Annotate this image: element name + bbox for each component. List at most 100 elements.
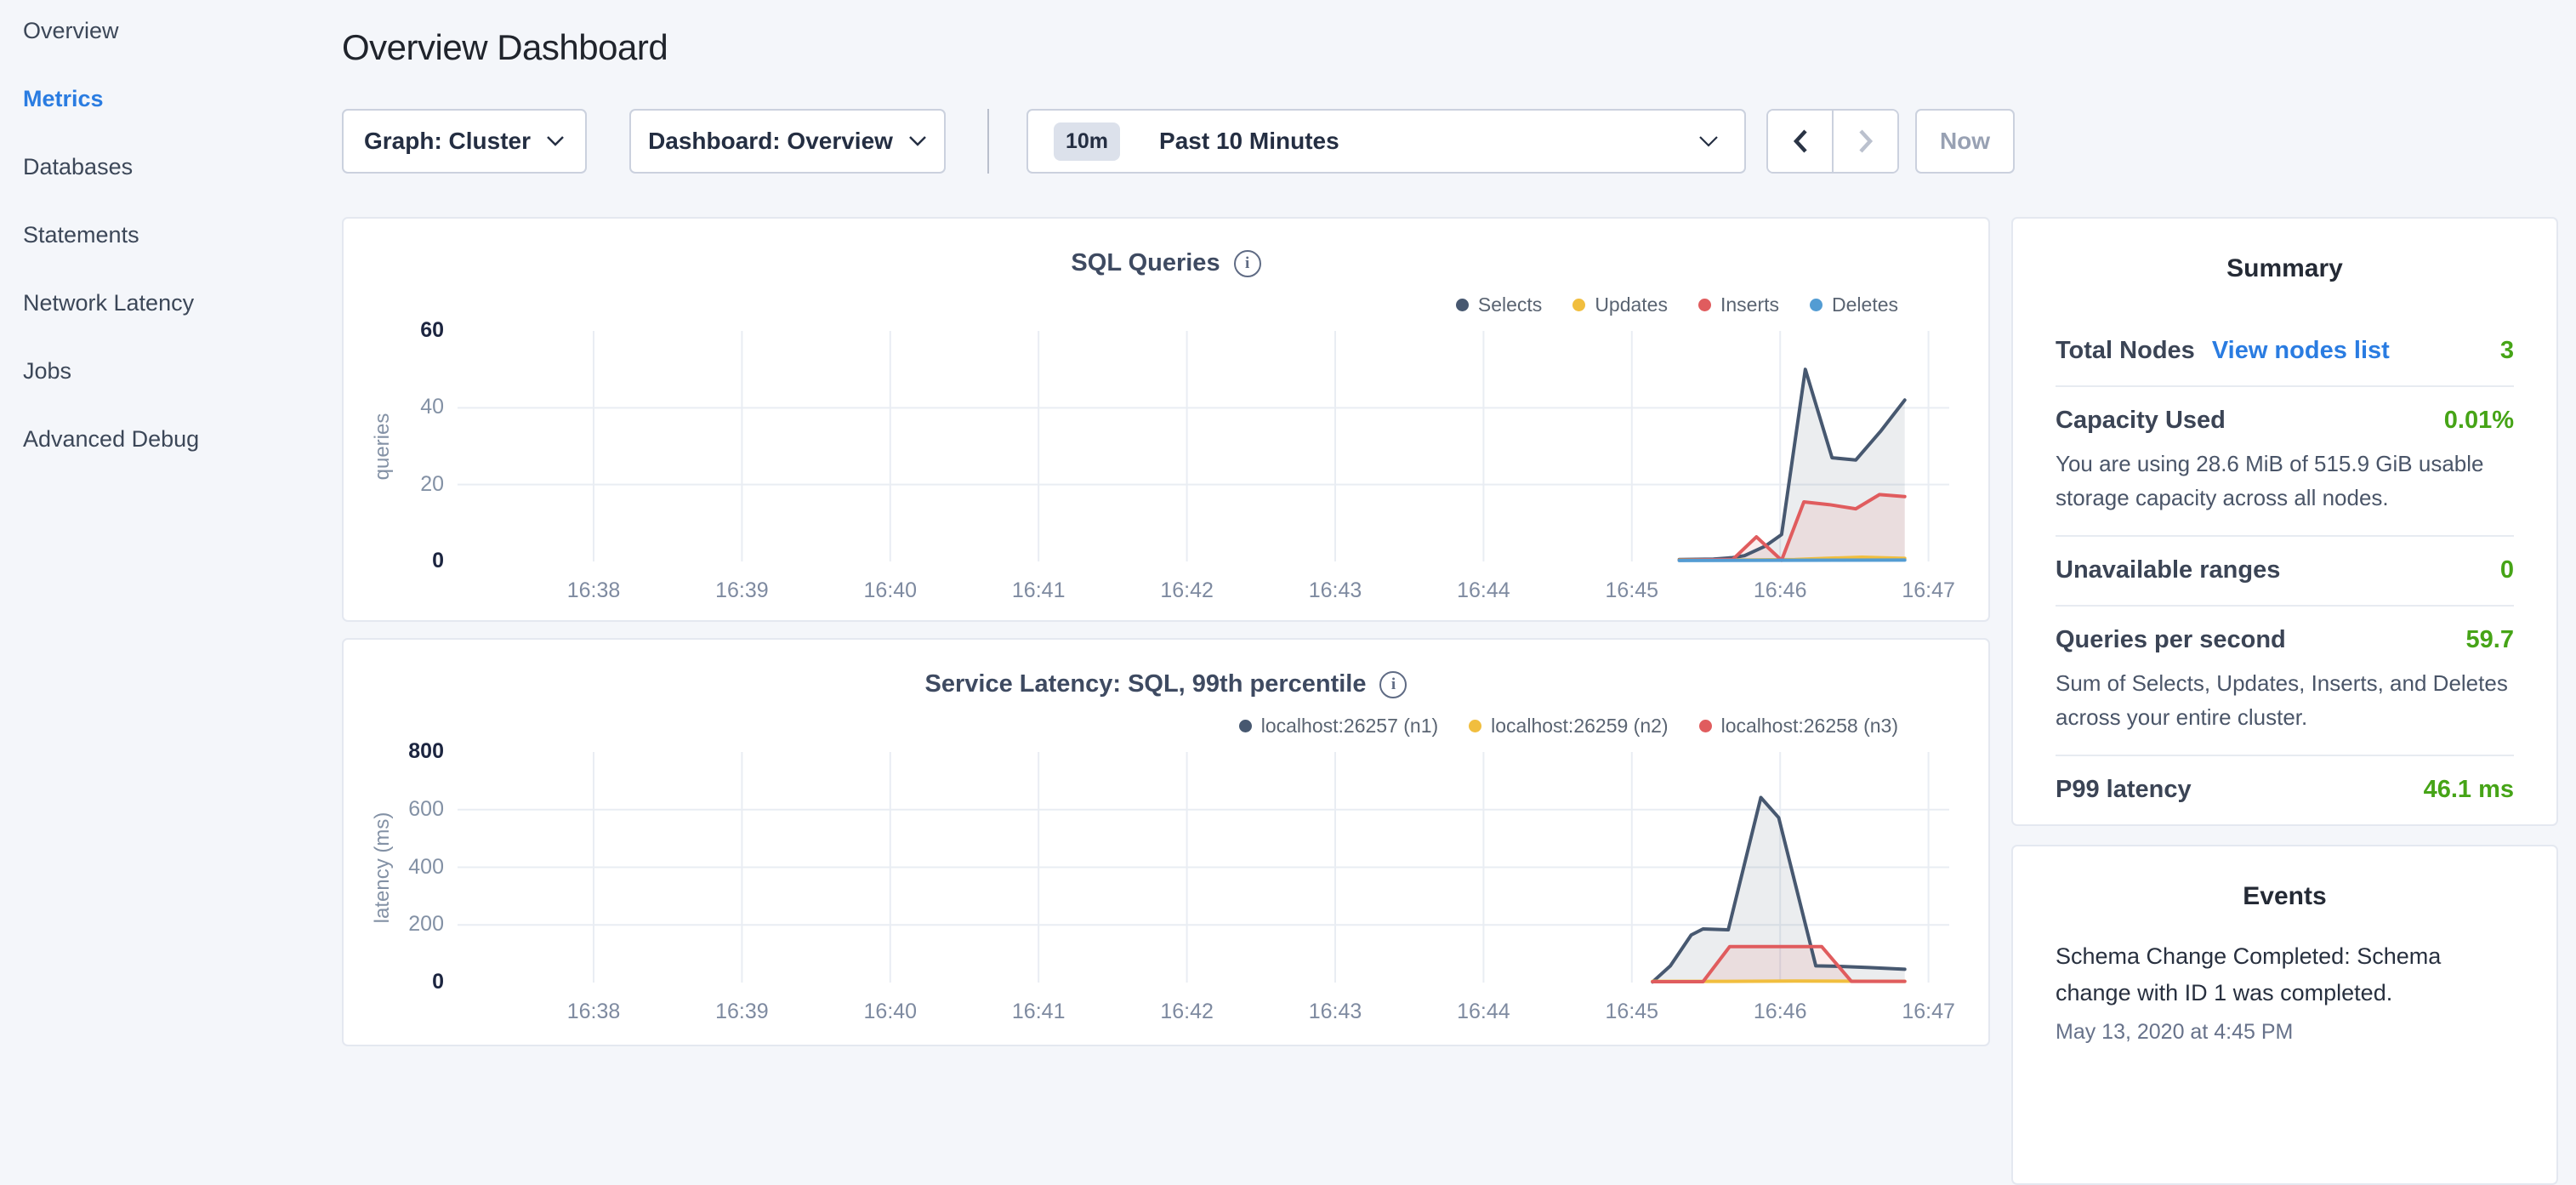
time-forward-button[interactable] <box>1832 111 1897 172</box>
summary-row-value: 0.01% <box>2444 407 2514 435</box>
summary-row: Unavailable ranges0 <box>2056 535 2514 605</box>
dashboard-dropdown[interactable]: Dashboard: Overview <box>629 109 946 174</box>
chevron-down-icon <box>908 135 927 147</box>
view-nodes-link[interactable]: View nodes list <box>2212 337 2390 365</box>
summary-panel: Summary Total Nodes View nodes list 3 Capac… <box>2011 217 2558 826</box>
legend-item[interactable]: Selects <box>1456 293 1542 316</box>
chevron-right-icon <box>1857 128 1874 154</box>
chart-plot-area[interactable] <box>458 752 1949 983</box>
summary-row-label: Queries per second <box>2056 626 2286 654</box>
y-axis-tick: 60 <box>344 317 444 344</box>
sidebar-item-overview[interactable]: Overview <box>23 20 342 43</box>
summary-row-description: Sum of Selects, Updates, Inserts, and De… <box>2056 666 2514 734</box>
summary-row-top: Queries per second 59.7 <box>2056 626 2514 654</box>
chart-plot-area[interactable] <box>458 331 1949 561</box>
sidebar-item-metrics[interactable]: Metrics <box>23 88 342 111</box>
x-axis-tick: 16:41 <box>1012 1000 1066 1024</box>
y-axis-tick: 40 <box>344 394 444 420</box>
legend-dot <box>1572 299 1585 311</box>
sidebar: Overview Metrics Databases Statements Networ… <box>0 0 342 496</box>
summary-row-value: 3 <box>2500 337 2514 365</box>
x-axis-tick: 16:44 <box>1457 578 1510 603</box>
legend-dot <box>1469 720 1481 732</box>
legend-label: Updates <box>1595 293 1668 316</box>
legend-item[interactable]: Deletes <box>1810 293 1898 316</box>
chevron-down-icon <box>1698 135 1719 148</box>
legend-dot <box>1699 720 1712 732</box>
service-latency-chart-card: Service Latency: SQL, 99th percentile i … <box>342 638 1990 1046</box>
summary-row-label: Capacity Used <box>2056 407 2226 435</box>
legend-item[interactable]: Inserts <box>1698 293 1779 316</box>
summary-row-top: Total Nodes View nodes list 3 <box>2056 337 2514 365</box>
time-back-button[interactable] <box>1768 111 1832 172</box>
summary-row: P99 latency46.1 ms <box>2056 755 2514 824</box>
x-axis-tick: 16:45 <box>1606 1000 1659 1024</box>
controls-divider <box>987 109 989 174</box>
legend-dot <box>1239 720 1252 732</box>
graph-dropdown[interactable]: Graph: Cluster <box>342 109 587 174</box>
y-axis-tick: 600 <box>344 796 444 823</box>
x-axis-tick: 16:38 <box>567 1000 621 1024</box>
chart-legend: Selects Updates Inserts Deletes <box>1456 293 1898 316</box>
x-axis-tick: 16:45 <box>1606 578 1659 603</box>
now-button[interactable]: Now <box>1915 109 2015 174</box>
info-icon[interactable]: i <box>1234 250 1261 277</box>
graph-dropdown-label: Graph: Cluster <box>364 128 531 155</box>
x-axis-tick: 16:39 <box>715 1000 769 1024</box>
summary-row-label: Total Nodes <box>2056 337 2195 365</box>
chart-legend: localhost:26257 (n1) localhost:26259 (n2)… <box>1239 715 1898 738</box>
event-timestamp: May 13, 2020 at 4:45 PM <box>2056 1020 2514 1045</box>
y-axis-tick: 800 <box>344 738 444 765</box>
legend-label: Deletes <box>1832 293 1898 316</box>
legend-item[interactable]: Updates <box>1572 293 1668 316</box>
events-panel: Events Schema Change Completed: Schema c… <box>2011 845 2558 1185</box>
y-axis-label: queries <box>371 413 395 481</box>
x-axis-tick: 16:41 <box>1012 578 1066 603</box>
legend-item[interactable]: localhost:26258 (n3) <box>1699 715 1898 738</box>
x-axis-tick: 16:42 <box>1160 578 1214 603</box>
summary-row-label: P99 latency <box>2056 776 2192 804</box>
legend-item[interactable]: localhost:26257 (n1) <box>1239 715 1438 738</box>
sidebar-item-network-latency[interactable]: Network Latency <box>23 292 342 315</box>
legend-dot <box>1810 299 1823 311</box>
x-axis-tick: 16:43 <box>1309 1000 1362 1024</box>
events-title: Events <box>2013 882 2556 911</box>
summary-row-value: 59.7 <box>2466 626 2514 654</box>
x-axis-tick: 16:42 <box>1160 1000 1214 1024</box>
summary-row: Capacity Used0.01%You are using 28.6 MiB… <box>2056 385 2514 535</box>
summary-row-label: Unavailable ranges <box>2056 556 2280 584</box>
x-axis-tick: 16:40 <box>864 578 918 603</box>
sql-queries-chart-card: SQL Queries i Selects Updates Inserts Delet… <box>342 217 1990 622</box>
sidebar-item-databases[interactable]: Databases <box>23 156 342 179</box>
x-axis-tick: 16:46 <box>1754 578 1807 603</box>
x-axis-tick: 16:38 <box>567 578 621 603</box>
time-step-buttons <box>1766 109 1899 174</box>
sidebar-item-advanced-debug[interactable]: Advanced Debug <box>23 428 342 451</box>
x-axis-tick: 16:43 <box>1309 578 1362 603</box>
x-axis-tick: 16:39 <box>715 578 769 603</box>
legend-dot <box>1698 299 1711 311</box>
summary-row-top: Unavailable ranges0 <box>2056 556 2514 584</box>
summary-row-top: P99 latency46.1 ms <box>2056 776 2514 804</box>
legend-label: localhost:26259 (n2) <box>1491 715 1668 738</box>
summary-row-top: Capacity Used 0.01% <box>2056 407 2514 435</box>
chart-title: SQL Queries <box>1071 249 1220 277</box>
event-text: Schema Change Completed: Schema change w… <box>2056 938 2514 1011</box>
time-range-picker[interactable]: 10m Past 10 Minutes <box>1026 109 1746 174</box>
event-item[interactable]: Schema Change Completed: Schema change w… <box>2056 938 2514 1045</box>
y-axis-tick: 0 <box>344 548 444 574</box>
sidebar-item-jobs[interactable]: Jobs <box>23 360 342 383</box>
summary-row: Queries per second 59.7 Sum of Selects, Up… <box>2056 605 2514 755</box>
time-range-badge: 10m <box>1054 122 1120 161</box>
x-axis-tick: 16:47 <box>1902 1000 1955 1024</box>
x-axis-tick: 16:44 <box>1457 1000 1510 1024</box>
legend-item[interactable]: localhost:26259 (n2) <box>1469 715 1668 738</box>
info-icon[interactable]: i <box>1379 671 1407 698</box>
legend-dot <box>1456 299 1469 311</box>
sidebar-item-statements[interactable]: Statements <box>23 224 342 247</box>
summary-title: Summary <box>2013 254 2556 283</box>
legend-label: localhost:26258 (n3) <box>1721 715 1898 738</box>
y-axis-tick: 0 <box>344 969 444 995</box>
legend-label: Inserts <box>1720 293 1779 316</box>
legend-label: Selects <box>1478 293 1542 316</box>
